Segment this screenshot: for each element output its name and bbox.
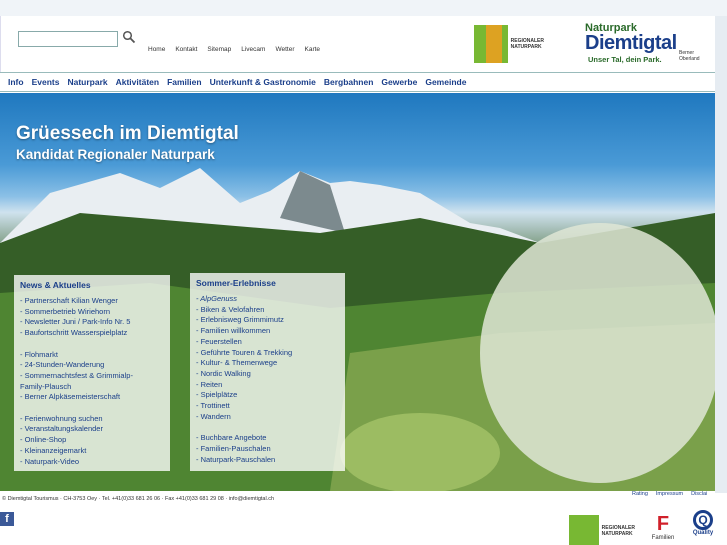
hero-title: Grüessech im Diemtigtal [16, 123, 239, 144]
search-icon[interactable] [122, 30, 136, 44]
nav-unterkunft[interactable]: Unterkunft & Gastronomie [210, 77, 316, 87]
news-item[interactable]: - Berner Alpkäsemeisterschaft [20, 392, 164, 403]
summer-item[interactable]: - Trottinett [196, 401, 339, 412]
parks-logo-mark [474, 25, 508, 63]
news-item[interactable]: - Online-Shop [20, 435, 164, 446]
right-edge [715, 16, 727, 493]
summer-item[interactable]: - Naturpark-Pauschalen [196, 455, 339, 466]
regional-naturpark-logo[interactable]: REGIONALER NATURPARK [474, 25, 544, 63]
topnav-sitemap[interactable]: Sitemap [207, 46, 231, 53]
news-item[interactable]: - Kleinanzeigemarkt [20, 446, 164, 457]
news-item[interactable]: - Sommerbetrieb Wiriehorn [20, 307, 164, 318]
news-item[interactable]: - Ferienwohnung suchen [20, 414, 164, 425]
logo-name: Diemtigtal [585, 32, 677, 54]
nav-naturpark[interactable]: Naturpark [67, 77, 107, 87]
news-panel: News & Aktuelles - Partnerschaft Kilian … [14, 275, 170, 471]
top-navigation: Home Kontakt Sitemap Livecam Wetter Kart… [148, 46, 320, 53]
summer-list: - AlpGenuss - Biken & Velofahren - Erleb… [196, 294, 339, 465]
facebook-icon[interactable]: f [0, 512, 14, 526]
footer-link-disclaimer[interactable]: Disclai [691, 491, 707, 497]
nav-familien[interactable]: Familien [167, 77, 201, 87]
familien-letter: F [656, 513, 670, 535]
summer-item[interactable]: - Familien willkommen [196, 326, 339, 337]
diemtigtal-logo[interactable]: Naturpark Diemtigtal Unser Tal, dein Par… [585, 22, 715, 68]
summer-item[interactable]: - Geführte Touren & Trekking [196, 348, 339, 359]
logo-tagline: Unser Tal, dein Park. [588, 55, 662, 64]
quality-label: Quality [692, 530, 714, 536]
nav-gewerbe[interactable]: Gewerbe [381, 77, 417, 87]
summer-item[interactable]: - Kultur- & Themenwege [196, 358, 339, 369]
list-spacer [20, 339, 164, 350]
list-spacer [196, 422, 339, 433]
logo-region: Berner Oberland [679, 50, 700, 62]
summer-item[interactable]: - Erlebnisweg Grimmimutz [196, 315, 339, 326]
regional-naturpark-logo-bottom[interactable]: REGIONALER NATURPARK [569, 515, 635, 545]
topnav-karte[interactable]: Karte [305, 46, 321, 53]
nav-bergbahnen[interactable]: Bergbahnen [324, 77, 374, 87]
summer-item[interactable]: - Wandern [196, 412, 339, 423]
nav-events[interactable]: Events [32, 77, 60, 87]
search-input[interactable] [18, 31, 118, 47]
news-item[interactable]: - 24-Stunden-Wanderung [20, 360, 164, 371]
nav-gemeinde[interactable]: Gemeinde [425, 77, 466, 87]
news-item[interactable]: - Veranstaltungskalender [20, 424, 164, 435]
news-list: - Partnerschaft Kilian Wenger - Sommerbe… [20, 296, 164, 467]
news-item[interactable]: - Naturpark-Video [20, 457, 164, 468]
nav-info[interactable]: Info [8, 77, 24, 87]
summer-item[interactable]: - Familien-Pauschalen [196, 444, 339, 455]
summer-item[interactable]: - AlpGenuss [196, 294, 339, 305]
summer-item[interactable]: - Spielplätze [196, 390, 339, 401]
parks-logo-mark [569, 515, 599, 545]
footer-link-impressum[interactable]: Impressum [656, 491, 683, 497]
logo-text-naturpark: NATURPARK [601, 531, 633, 537]
summer-item[interactable]: - Buchbare Angebote [196, 433, 339, 444]
familien-label: Familien [651, 535, 675, 541]
news-item[interactable]: - Baufortschritt Wasserspielplatz [20, 328, 164, 339]
summer-item[interactable]: - Feuerstellen [196, 337, 339, 348]
summer-item[interactable]: - Biken & Velofahren [196, 305, 339, 316]
topnav-livecam[interactable]: Livecam [241, 46, 265, 53]
footer-link-rating[interactable]: Rating [632, 491, 648, 497]
quality-letter: Q [693, 510, 713, 530]
footer-address: © Diemtigtal Tourismus · CH-3753 Oey · T… [2, 496, 275, 502]
hero-image: Grüessech im Diemtigtal Kandidat Regiona… [0, 93, 715, 491]
logo-text-naturpark: NATURPARK [510, 44, 542, 50]
summer-title: Sommer-Erlebnisse [196, 278, 276, 288]
nav-aktivitaeten[interactable]: Aktivitäten [116, 77, 159, 87]
topnav-kontakt[interactable]: Kontakt [175, 46, 197, 53]
news-item[interactable]: Family-Plausch [20, 382, 164, 393]
news-item[interactable]: - Sommernachtsfest & Grimmialp- [20, 371, 164, 382]
news-item[interactable]: - Flohmarkt [20, 350, 164, 361]
top-strip [0, 0, 727, 16]
topnav-wetter[interactable]: Wetter [275, 46, 294, 53]
news-title: News & Aktuelles [20, 280, 91, 290]
news-item[interactable]: - Partnerschaft Kilian Wenger [20, 296, 164, 307]
main-navigation: Info Events Naturpark Aktivitäten Famili… [0, 72, 715, 92]
summer-item[interactable]: - Nordic Walking [196, 369, 339, 380]
familien-logo[interactable]: F Familien [648, 513, 678, 545]
news-item[interactable]: - Newsletter Juni / Park-Info Nr. 5 [20, 317, 164, 328]
quality-logo[interactable]: Q Quality [688, 510, 718, 545]
footer-links: Rating Impressum Disclai [632, 491, 707, 497]
hero-subtitle: Kandidat Regionaler Naturpark [16, 147, 215, 162]
list-spacer [20, 403, 164, 414]
summer-item[interactable]: - Reiten [196, 380, 339, 391]
summer-panel: Sommer-Erlebnisse - AlpGenuss - Biken & … [190, 273, 345, 471]
topnav-home[interactable]: Home [148, 46, 165, 53]
